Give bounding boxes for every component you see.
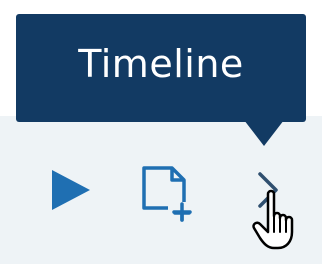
play-icon: [52, 170, 90, 210]
tooltip-arrow: [244, 120, 284, 146]
new-document-button[interactable]: [138, 162, 196, 222]
tooltip-label: Timeline: [78, 42, 244, 86]
chevron-right-icon: [258, 172, 278, 208]
tooltip: Timeline: [16, 14, 306, 122]
timeline-toolbar-stage: Timeline: [0, 0, 322, 264]
next-button[interactable]: [254, 170, 282, 210]
play-button[interactable]: [46, 166, 94, 214]
new-document-icon: [142, 166, 192, 222]
